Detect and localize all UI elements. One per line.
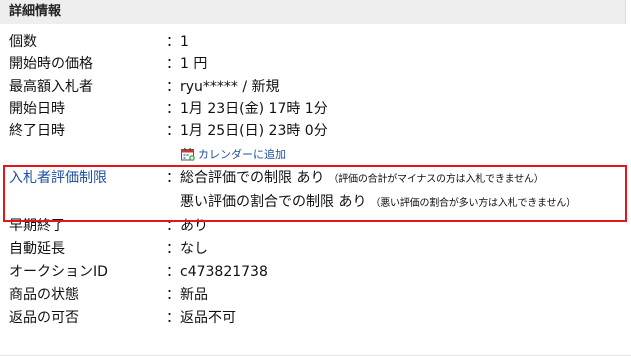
row-colon: ： xyxy=(166,264,180,280)
row-label: 開始時の価格 xyxy=(9,56,93,72)
row-label: 最高額入札者 xyxy=(9,79,93,95)
detail-row-highest-bidder: 最高額入札者 ： ryu***** / 新規 xyxy=(0,77,631,99)
row-colon: ： xyxy=(166,34,180,50)
section-header: 詳細情報 xyxy=(0,0,626,24)
row-colon: ： xyxy=(166,241,180,257)
row-label: 自動延長 xyxy=(9,241,65,257)
row-colon: ： xyxy=(166,79,180,95)
row-value: 1月 25日(日) 23時 0分 xyxy=(180,123,328,139)
row-value: あり xyxy=(180,218,208,234)
detail-row-condition: 商品の状態 ： 新品 xyxy=(0,285,631,307)
row-colon: ： xyxy=(166,101,180,117)
row-colon: ： xyxy=(166,310,180,326)
detail-row-end-time: 終了日時 ： 1月 25日(日) 23時 0分 xyxy=(0,121,631,143)
row-label: オークションID xyxy=(9,264,108,280)
row-value: 返品不可 xyxy=(180,310,236,326)
row-colon: ： xyxy=(166,218,180,234)
restriction-ratio-note: （悪い評価の割合が多い方は入札できません） xyxy=(370,198,576,209)
add-to-calendar-label[interactable]: カレンダーに追加 xyxy=(198,147,286,163)
detail-row-auction-id: オークションID ： c473821738 xyxy=(0,262,631,284)
detail-row-bidder-rating-limit: 入札者評価制限 ： 総合評価での制限 あり （評価の合計がマイナスの方は入札できま… xyxy=(0,168,631,190)
row-label: 返品の可否 xyxy=(9,310,79,326)
row-value: 新品 xyxy=(180,287,208,303)
row-label: 終了日時 xyxy=(9,123,65,139)
bidder-rating-limit-link[interactable]: 入札者評価制限 xyxy=(9,168,107,188)
detail-row-quantity: 個数 ： 1 xyxy=(0,32,631,54)
section-title: 詳細情報 xyxy=(9,4,62,19)
restriction-total-text: 総合評価での制限 あり xyxy=(180,170,325,186)
row-colon: ： xyxy=(166,170,180,186)
restriction-ratio-text: 悪い評価の割合での制限 あり xyxy=(180,194,367,210)
row-label: 商品の状態 xyxy=(9,287,79,303)
row-label: 個数 xyxy=(9,34,37,50)
row-value: なし xyxy=(180,241,208,257)
detail-row-start-time: 開始日時 ： 1月 23日(金) 17時 1分 xyxy=(0,99,631,121)
detail-row-start-price: 開始時の価格 ： 1 円 xyxy=(0,54,631,76)
item-detail-panel: 詳細情報 個数 ： 1 開始時の価格 ： 1 円 最高額入札者 ： ryu***… xyxy=(0,0,631,356)
row-label: 早期終了 xyxy=(9,218,65,234)
detail-row-auto-extend: 自動延長 ： なし xyxy=(0,239,631,261)
row-colon: ： xyxy=(166,56,180,72)
restriction-line-ratio: 悪い評価の割合での制限 あり （悪い評価の割合が多い方は入札できません） xyxy=(180,192,576,214)
row-colon: ： xyxy=(166,287,180,303)
row-value: 1 円 xyxy=(180,56,208,72)
restriction-line-total: 総合評価での制限 あり （評価の合計がマイナスの方は入札できません） xyxy=(180,168,544,190)
detail-row-returns: 返品の可否 ： 返品不可 xyxy=(0,308,631,330)
row-value: 1 xyxy=(180,34,189,50)
row-colon: ： xyxy=(166,123,180,139)
calendar-add-icon xyxy=(181,148,195,161)
row-label: 開始日時 xyxy=(9,101,65,117)
detail-row-bidder-rating-limit-2: 悪い評価の割合での制限 あり （悪い評価の割合が多い方は入札できません） xyxy=(0,192,631,214)
detail-row-early-end: 早期終了 ： あり xyxy=(0,216,631,238)
row-value: 1月 23日(金) 17時 1分 xyxy=(180,101,328,117)
row-value: ryu***** / 新規 xyxy=(180,79,280,95)
row-value: c473821738 xyxy=(180,264,268,280)
restriction-total-note: （評価の合計がマイナスの方は入札できません） xyxy=(328,174,544,185)
